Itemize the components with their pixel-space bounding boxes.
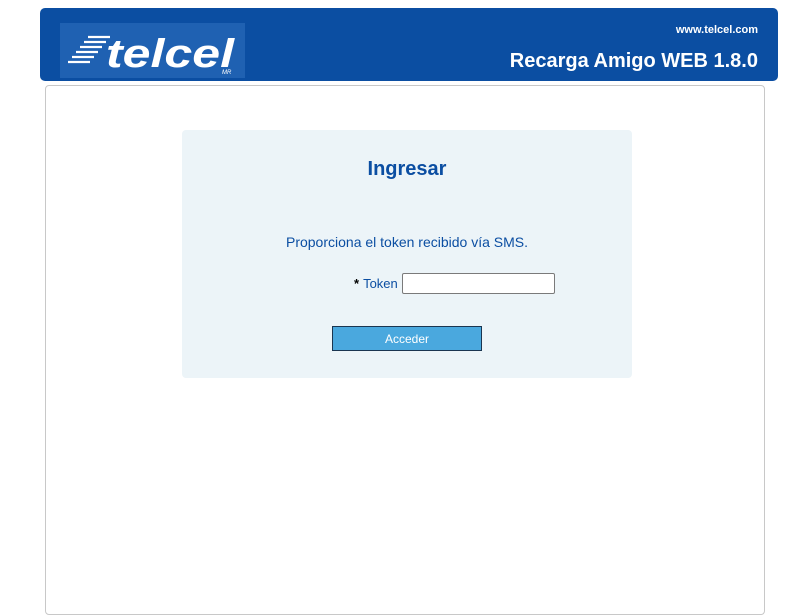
main-content: Ingresar Proporciona el token recibido v… [45,85,765,615]
telcel-logo: telcel MR [60,23,245,78]
required-marker: * [354,275,360,291]
token-field-row: * Token [354,272,555,294]
header-bar: telcel MR www.telcel.com Recarga Amigo W… [40,8,778,81]
telcel-site-link[interactable]: www.telcel.com [676,24,758,36]
app-title: Recarga Amigo WEB 1.8.0 [509,50,758,72]
logo-wordmark: telcel [106,32,235,76]
token-input[interactable] [401,272,555,294]
token-label: Token [363,275,398,291]
logo-trademark: MR [222,70,232,76]
logo-stripes-icon [68,35,110,64]
login-panel: Ingresar Proporciona el token recibido v… [182,130,632,378]
login-title: Ingresar [367,158,447,180]
acceder-button[interactable]: Acceder [332,326,482,351]
token-instruction: Proporciona el token recibido vía SMS. [285,234,528,250]
